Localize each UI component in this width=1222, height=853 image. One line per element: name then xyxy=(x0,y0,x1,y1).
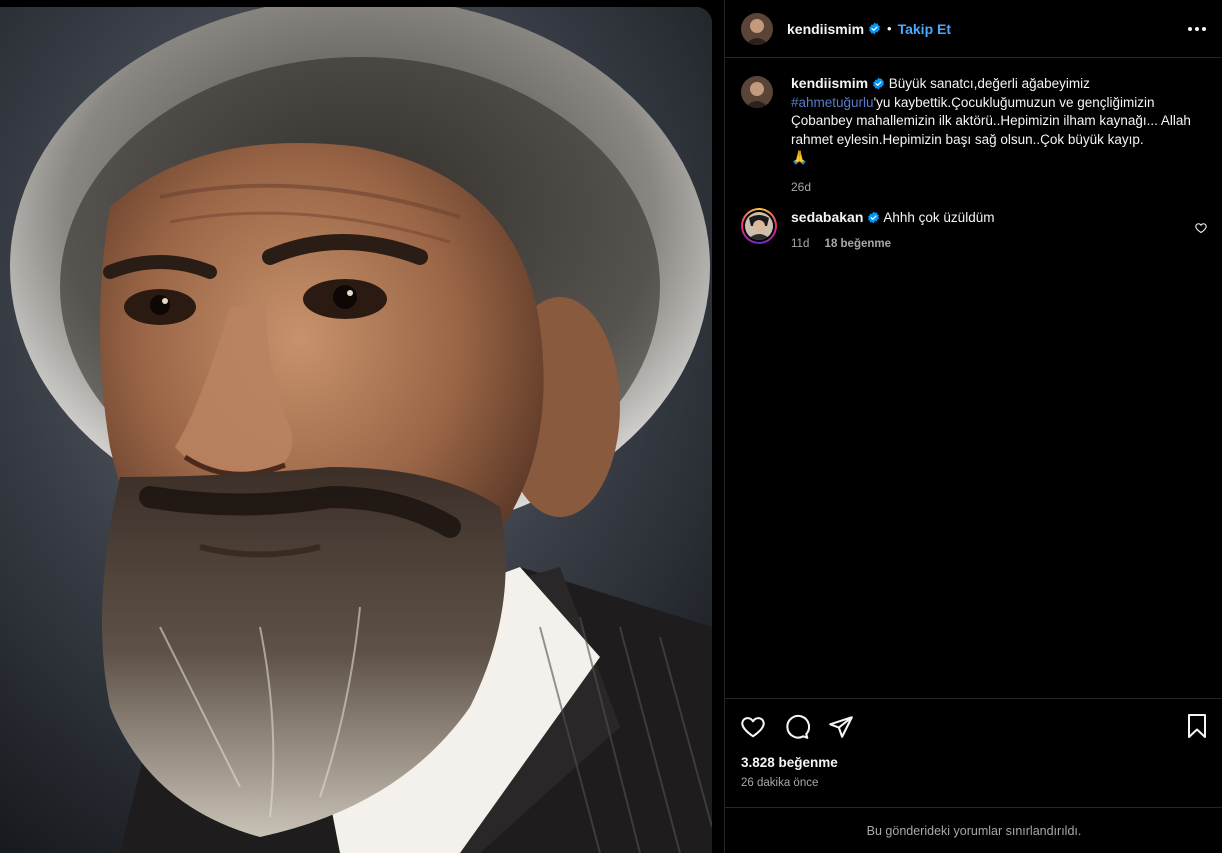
portrait-illustration xyxy=(0,7,712,853)
comment-timestamp[interactable]: 11d xyxy=(791,238,809,250)
comment-icon[interactable] xyxy=(783,713,811,741)
header-separator: • xyxy=(887,21,892,36)
comments-restricted-notice: Bu gönderideki yorumlar sınırlandırıldı. xyxy=(725,807,1222,853)
comment-body: sedabakan Ahhh çok üzüldüm 11d 18 beğenm… xyxy=(791,208,994,253)
heart-icon[interactable] xyxy=(739,713,767,741)
caption-timestamp[interactable]: 26d xyxy=(791,178,1191,197)
caption-emoji: 🙏 xyxy=(791,150,808,165)
action-row xyxy=(739,713,855,741)
commenter-avatar[interactable] xyxy=(745,212,773,240)
caption-author-avatar[interactable] xyxy=(741,76,773,108)
more-options-icon[interactable] xyxy=(1185,18,1209,40)
comment-meta: 11d 18 beğenme xyxy=(791,235,994,253)
follow-button[interactable]: Takip Et xyxy=(898,21,951,37)
comment-text: Ahhh çok üzüldüm xyxy=(883,210,995,225)
post-actions-section: 3.828 beğenme 26 dakika önce Bu gönderid… xyxy=(725,698,1222,853)
comment-likes[interactable]: 18 beğenme xyxy=(825,238,891,250)
bookmark-icon[interactable] xyxy=(1185,713,1209,744)
commenter-username[interactable]: sedabakan xyxy=(791,209,863,225)
author-avatar[interactable] xyxy=(741,12,773,45)
post-image[interactable] xyxy=(0,7,712,853)
caption-text: kendiismim Büyük sanatcı,değerli ağabeyi… xyxy=(791,74,1191,168)
comment-item: sedabakan Ahhh çok üzüldüm 11d 18 beğenm… xyxy=(741,208,1207,253)
post-caption: kendiismim Büyük sanatcı,değerli ağabeyi… xyxy=(741,74,1207,196)
post-timestamp[interactable]: 26 dakika önce xyxy=(741,777,818,789)
verified-badge-icon xyxy=(869,22,880,35)
verified-badge-icon xyxy=(868,211,880,224)
post-likes-count[interactable]: 3.828 beğenme xyxy=(741,755,838,770)
caption-body: kendiismim Büyük sanatcı,değerli ağabeyi… xyxy=(791,74,1191,196)
verified-badge-icon xyxy=(873,77,884,90)
post-side-panel: kendiismim • Takip Et kendiismim Büyük s… xyxy=(724,0,1222,853)
post-media-area xyxy=(0,0,724,853)
share-icon[interactable] xyxy=(827,713,855,741)
commenter-story-ring[interactable] xyxy=(741,208,777,244)
author-username[interactable]: kendiismim xyxy=(787,21,864,37)
comment-like-heart-icon[interactable] xyxy=(1195,222,1207,234)
caption-text-start: Büyük sanatcı,değerli ağabeyimiz xyxy=(888,76,1090,91)
post-header: kendiismim • Takip Et xyxy=(725,0,1222,58)
caption-username[interactable]: kendiismim xyxy=(791,75,868,91)
caption-hashtag[interactable]: #ahmetuğurlu xyxy=(791,95,874,110)
